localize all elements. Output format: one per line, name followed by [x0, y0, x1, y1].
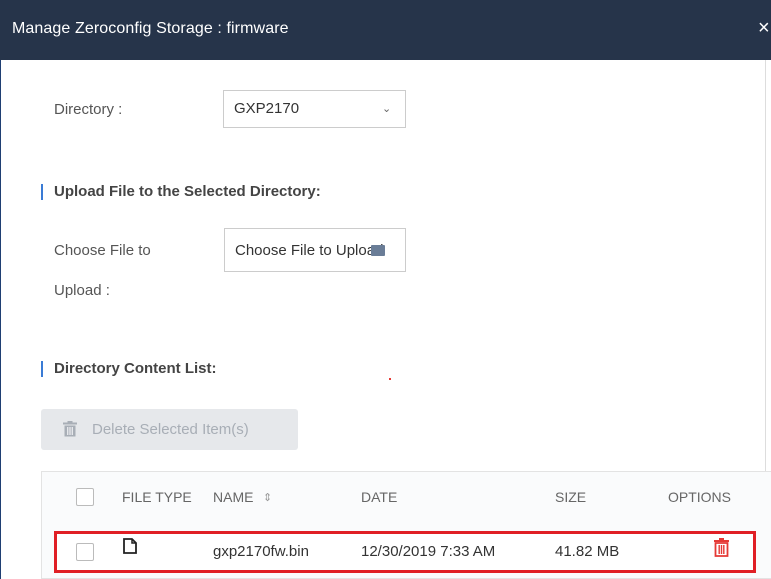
- dialog-titlebar: Manage Zeroconfig Storage : firmware ×: [0, 0, 771, 60]
- row-checkbox[interactable]: [76, 543, 94, 561]
- choose-file-label-line2: Upload :: [54, 282, 110, 299]
- row-date: 12/30/2019 7:33 AM: [361, 543, 496, 560]
- choose-file-label-line1: Choose File to: [54, 242, 151, 259]
- row-file-name: gxp2170fw.bin: [213, 543, 309, 560]
- chevron-down-icon: ⌄: [382, 103, 392, 115]
- directory-select[interactable]: GXP2170 ⌄: [223, 90, 406, 128]
- section-accent-bar-2: [41, 361, 43, 377]
- sort-icon[interactable]: ⇕: [263, 491, 272, 504]
- row-size: 41.82 MB: [555, 543, 620, 560]
- header-date: DATE: [361, 489, 398, 505]
- directory-select-value: GXP2170: [234, 100, 300, 117]
- section-accent-bar: [41, 184, 43, 200]
- upload-section-title: Upload File to the Selected Directory:: [54, 183, 321, 200]
- trash-icon: [62, 421, 78, 442]
- choose-file-text: Choose File to Upload: [235, 242, 384, 259]
- file-icon: [123, 538, 137, 559]
- delete-selected-button[interactable]: Delete Selected Item(s): [41, 409, 298, 450]
- close-icon[interactable]: ×: [758, 17, 770, 40]
- content-section-title: Directory Content List:: [54, 360, 217, 377]
- header-options: OPTIONS: [668, 489, 732, 505]
- choose-file-input[interactable]: Choose File to Upload: [224, 228, 406, 272]
- upload-icon: [371, 245, 385, 256]
- delete-row-icon[interactable]: [713, 538, 730, 562]
- header-file-type: FILE TYPE: [122, 489, 192, 505]
- header-name[interactable]: NAME: [213, 489, 253, 505]
- directory-label: Directory :: [54, 101, 123, 118]
- delete-selected-label: Delete Selected Item(s): [92, 421, 249, 438]
- header-size: SIZE: [555, 489, 587, 505]
- dialog-title: Manage Zeroconfig Storage : firmware: [12, 20, 289, 37]
- stray-dot: [389, 378, 391, 380]
- select-all-checkbox[interactable]: [76, 488, 94, 506]
